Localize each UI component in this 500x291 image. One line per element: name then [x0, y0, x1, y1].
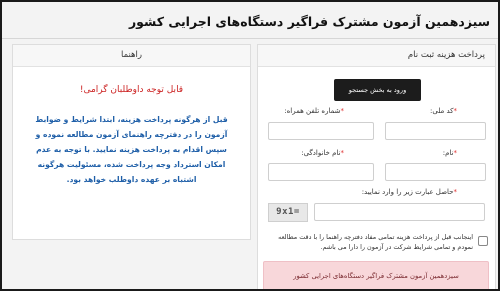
title-divider	[2, 38, 498, 39]
guide-heading: قابل توجه داوطلبان گرامی!	[79, 85, 184, 95]
national-id-label: *کد ملی:	[430, 107, 457, 115]
guide-panel: راهنما قابل توجه داوطلبان گرامی! قبل از …	[12, 44, 251, 240]
national-id-field[interactable]	[385, 122, 486, 140]
first-name-label: *نام:	[443, 149, 457, 157]
app-window: سیزدهمین آزمون مشترک فراگیر دستگاه‌های ا…	[2, 2, 498, 289]
required-mark: *	[453, 188, 458, 196]
agree-text: اینجانب قبل از پرداخت هزینه تمامی مفاد د…	[278, 233, 473, 251]
required-mark: *	[453, 149, 458, 157]
national-id-label-text: کد ملی:	[430, 107, 454, 115]
page-title: سیزدهمین آزمون مشترک فراگیر دستگاه‌های ا…	[128, 14, 490, 29]
last-name-label: *نام خانوادگی:	[301, 149, 344, 157]
last-name-label-text: نام خانوادگی:	[301, 149, 341, 157]
mobile-field[interactable]	[268, 122, 374, 140]
captcha-label: *حاصل عبارت زیر را وارد نمایید:	[362, 188, 457, 196]
required-mark: *	[340, 107, 345, 115]
required-mark: *	[453, 107, 458, 115]
first-name-field[interactable]	[385, 163, 486, 181]
guide-panel-title: راهنما	[13, 45, 250, 67]
captcha-label-text: حاصل عبارت زیر را وارد نمایید:	[361, 188, 454, 196]
guide-body: قبل از هرگونه پرداخت هزینه، ابتدا شرایط …	[35, 115, 228, 184]
payment-panel: پرداخت هزینه ثبت نام ورود به بخش جستجو *…	[257, 44, 496, 289]
mobile-label: *شماره تلفن همراه:	[284, 107, 344, 115]
payment-panel-title: پرداخت هزینه ثبت نام	[258, 45, 495, 67]
captcha-field[interactable]	[314, 203, 485, 221]
first-name-label-text: نام:	[442, 149, 454, 157]
required-mark: *	[340, 149, 345, 157]
mobile-label-text: شماره تلفن همراه:	[284, 107, 341, 115]
last-name-field[interactable]	[268, 163, 374, 181]
agree-checkbox[interactable]	[478, 236, 488, 246]
exam-alert: سیزدهمین آزمون مشترک فراگیر دستگاه‌های ا…	[263, 261, 489, 289]
captcha-image: 9x1=	[268, 203, 308, 222]
search-button[interactable]: ورود به بخش جستجو	[334, 79, 421, 101]
